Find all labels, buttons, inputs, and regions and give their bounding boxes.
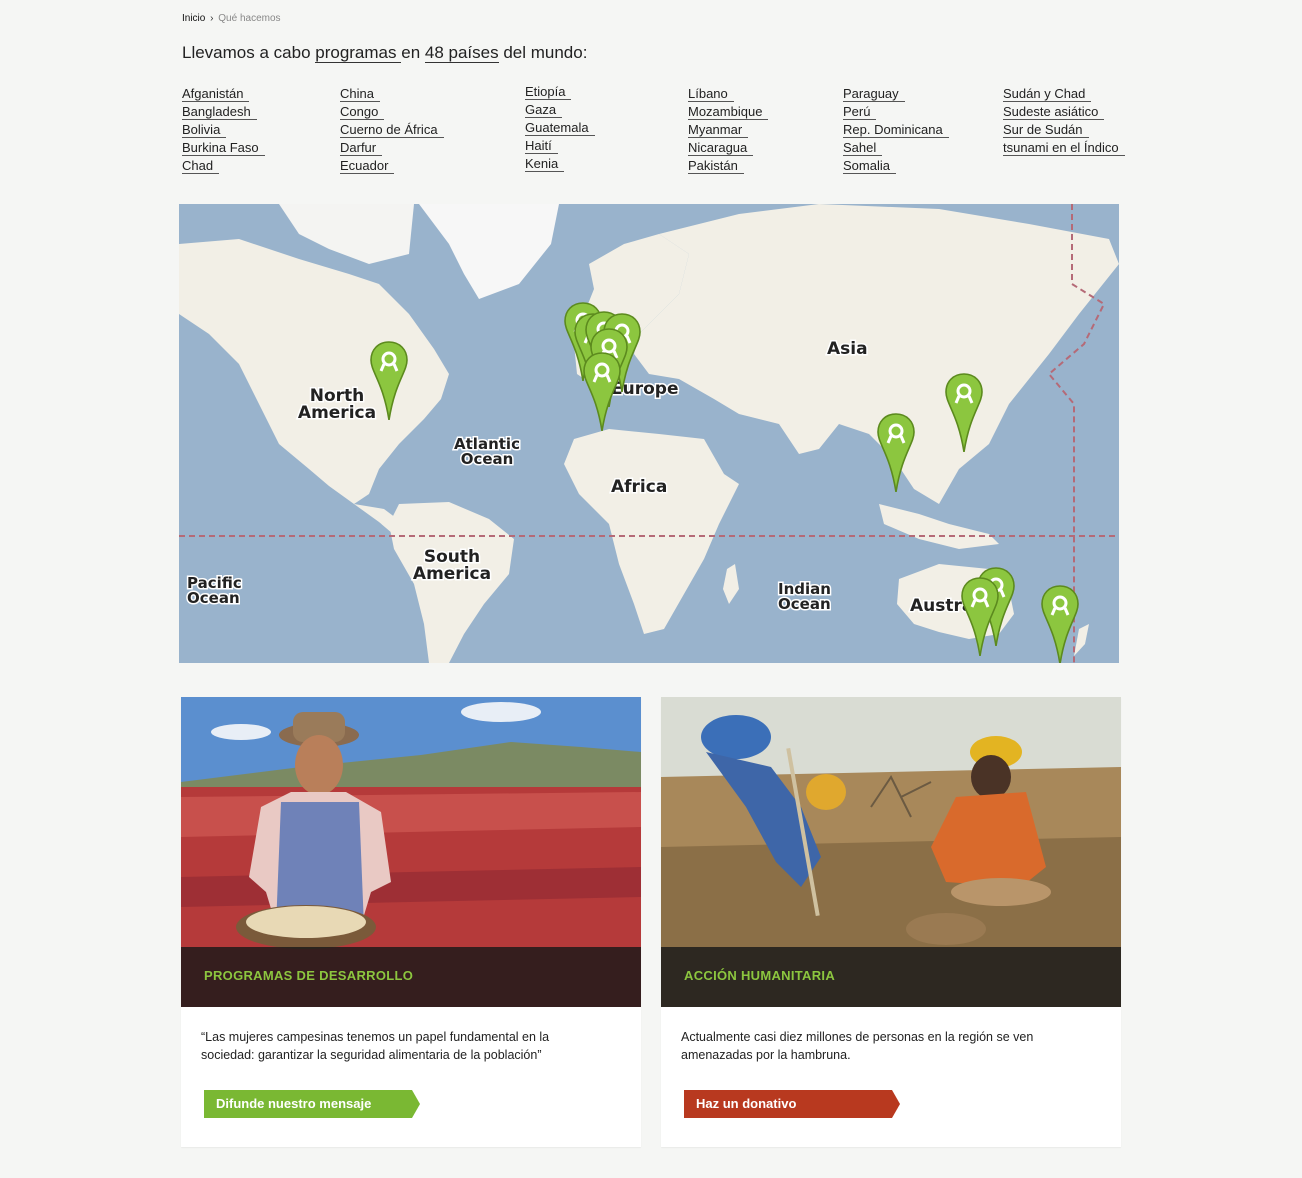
breadcrumb-current: Qué hacemos	[218, 13, 281, 24]
country-link[interactable]: Mozambique	[688, 103, 769, 121]
map-label-africa: Africa	[611, 477, 667, 497]
map-label-north-america-2: America	[298, 403, 376, 423]
map-label-asia: Asia	[827, 339, 868, 359]
country-link[interactable]: Perú	[843, 103, 949, 121]
programs-link[interactable]: programas	[315, 43, 402, 63]
countries-count-link[interactable]: 48 países	[424, 43, 499, 63]
card-description: “Las mujeres campesinas tenemos un papel…	[201, 1030, 550, 1062]
country-link[interactable]: Burkina Faso	[182, 139, 265, 157]
country-link[interactable]: Congo	[340, 103, 444, 121]
country-link[interactable]: Nicaragua	[688, 139, 768, 157]
country-link[interactable]: Gaza	[525, 101, 595, 119]
country-link[interactable]: Cuerno de África	[340, 121, 444, 139]
country-column-1: Afganistán Bangladesh Bolivia Burkina Fa…	[182, 85, 265, 175]
country-link[interactable]: Sur de Sudán	[1003, 121, 1125, 139]
country-link[interactable]: Chad	[182, 157, 265, 175]
humanitarian-action-card: ACCIÓN HUMANITARIA Actualmente casi diez…	[661, 697, 1121, 1147]
country-link[interactable]: Líbano	[688, 85, 768, 103]
country-link[interactable]: Paraguay	[843, 85, 949, 103]
country-link[interactable]: Kenia	[525, 155, 595, 173]
country-link[interactable]: Rep. Dominicana	[843, 121, 949, 139]
country-link[interactable]: Bangladesh	[182, 103, 265, 121]
card-title: PROGRAMAS DE DESARROLLO	[204, 968, 414, 983]
headline-text-middle: en	[401, 43, 425, 62]
card-description: Actualmente casi diez millones de person…	[681, 1030, 1034, 1062]
breadcrumb: Inicio › Qué hacemos	[182, 13, 281, 24]
breadcrumb-separator: ›	[210, 13, 214, 24]
spread-message-button[interactable]: Difunde nuestro mensaje	[204, 1090, 420, 1118]
country-link[interactable]: Myanmar	[688, 121, 768, 139]
country-link[interactable]: Sudeste asiático	[1003, 103, 1125, 121]
card-title: ACCIÓN HUMANITARIA	[684, 968, 836, 983]
map-label-indian-2: Ocean	[778, 595, 831, 613]
country-link[interactable]: Ecuador	[340, 157, 444, 175]
country-link[interactable]: Afganistán	[182, 85, 265, 103]
world-map[interactable]: North America Atlantic Ocean South Ameri…	[179, 204, 1119, 663]
map-label-south-america-2: America	[413, 564, 491, 584]
country-link[interactable]: Bolivia	[182, 121, 265, 139]
map-label-atlantic-2: Ocean	[461, 450, 514, 468]
card-photo-women-digging[interactable]: ACCIÓN HUMANITARIA	[661, 697, 1121, 1007]
country-link[interactable]: Guatemala	[525, 119, 595, 137]
country-link[interactable]: Sudán y Chad	[1003, 85, 1125, 103]
card-title-band: PROGRAMAS DE DESARROLLO	[181, 947, 641, 1007]
development-programs-card: PROGRAMAS DE DESARROLLO “Las mujeres cam…	[181, 697, 641, 1147]
spread-message-button-label: Difunde nuestro mensaje	[216, 1096, 372, 1111]
card-photo-quinoa-farmer[interactable]: PROGRAMAS DE DESARROLLO	[181, 697, 641, 1007]
page-headline: Llevamos a cabo programas en 48 países d…	[182, 43, 587, 63]
country-column-4: Líbano Mozambique Myanmar Nicaragua Paki…	[688, 85, 769, 175]
card-title-band: ACCIÓN HUMANITARIA	[661, 947, 1121, 1007]
donate-button[interactable]: Haz un donativo	[684, 1090, 900, 1118]
country-link[interactable]: China	[340, 85, 444, 103]
headline-text-after: del mundo:	[498, 43, 588, 62]
country-column-5: Paraguay Perú Rep. Dominicana Sahel Soma…	[843, 85, 949, 175]
country-column-2: China Congo Cuerno de África Darfur Ecua…	[340, 85, 444, 175]
breadcrumb-home-link[interactable]: Inicio	[182, 13, 205, 24]
country-link[interactable]: Darfur	[340, 139, 444, 157]
country-link[interactable]: tsunami en el Índico	[1003, 139, 1125, 157]
country-link[interactable]: Pakistán	[688, 157, 768, 175]
donate-button-label: Haz un donativo	[696, 1096, 797, 1111]
country-column-3: Etiopía Gaza Guatemala Haití Kenia	[525, 83, 595, 173]
country-link[interactable]: Haití	[525, 137, 595, 155]
map-label-pacific-2: Ocean	[187, 589, 240, 607]
country-link[interactable]: Sahel	[843, 139, 949, 157]
country-link[interactable]: Etiopía	[525, 83, 595, 101]
country-link[interactable]: Somalia	[843, 157, 949, 175]
country-list: Afganistán Bangladesh Bolivia Burkina Fa…	[0, 83, 1302, 185]
country-column-6: Sudán y Chad Sudeste asiático Sur de Sud…	[1003, 85, 1125, 157]
headline-text-before: Llevamos a cabo	[182, 43, 316, 62]
